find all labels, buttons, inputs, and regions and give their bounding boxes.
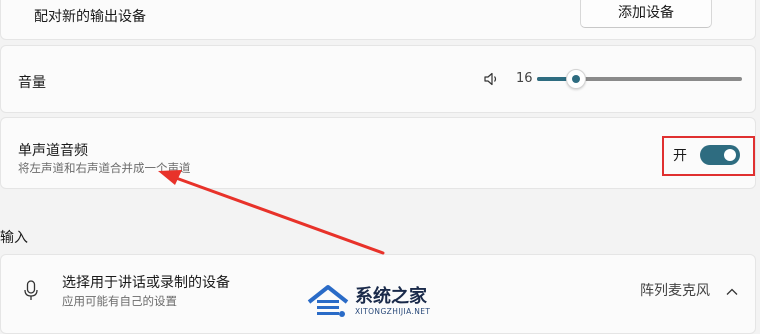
mono-audio-description: 将左声道和右声道合并成一个声道: [18, 161, 191, 175]
volume-slider[interactable]: [537, 69, 742, 89]
watermark-logo: 系统之家 XITONGZHIJIA.NET: [305, 280, 455, 324]
input-section-heading: 输入: [0, 230, 28, 246]
input-device-prompt: 选择用于讲话或录制的设备: [62, 275, 230, 291]
selected-input-device[interactable]: 阵列麦克风: [640, 280, 710, 300]
speaker-icon[interactable]: [482, 70, 500, 88]
chevron-up-icon[interactable]: [725, 282, 739, 295]
volume-label: 音量: [18, 75, 46, 91]
microphone-icon: [21, 279, 41, 303]
pair-output-card: 配对新的输出设备 添加设备: [0, 0, 756, 40]
mono-audio-title: 单声道音频: [18, 143, 88, 159]
add-device-button[interactable]: 添加设备: [580, 0, 712, 28]
toggle-knob: [724, 149, 736, 161]
mono-audio-toggle[interactable]: [700, 145, 740, 165]
mono-audio-card: 单声道音频 将左声道和右声道合并成一个声道: [0, 117, 756, 189]
input-device-hint: 应用可能有自己的设置: [62, 294, 177, 308]
mono-audio-state: 开: [673, 148, 687, 164]
pair-output-label: 配对新的输出设备: [34, 9, 146, 25]
volume-slider-thumb[interactable]: [565, 69, 586, 89]
volume-value: 16: [516, 71, 533, 86]
watermark-subtitle: XITONGZHIJIA.NET: [355, 307, 431, 316]
watermark-title: 系统之家: [355, 286, 427, 307]
volume-card: 音量 16: [0, 45, 756, 113]
logo-house-icon: [307, 285, 349, 317]
